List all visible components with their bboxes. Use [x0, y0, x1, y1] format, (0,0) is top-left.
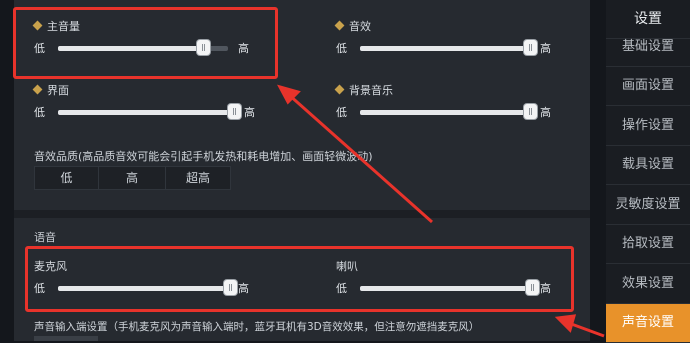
arrow-up-left — [287, 92, 433, 224]
annotation-arrows — [277, 84, 605, 338]
arrow-head — [554, 314, 577, 333]
